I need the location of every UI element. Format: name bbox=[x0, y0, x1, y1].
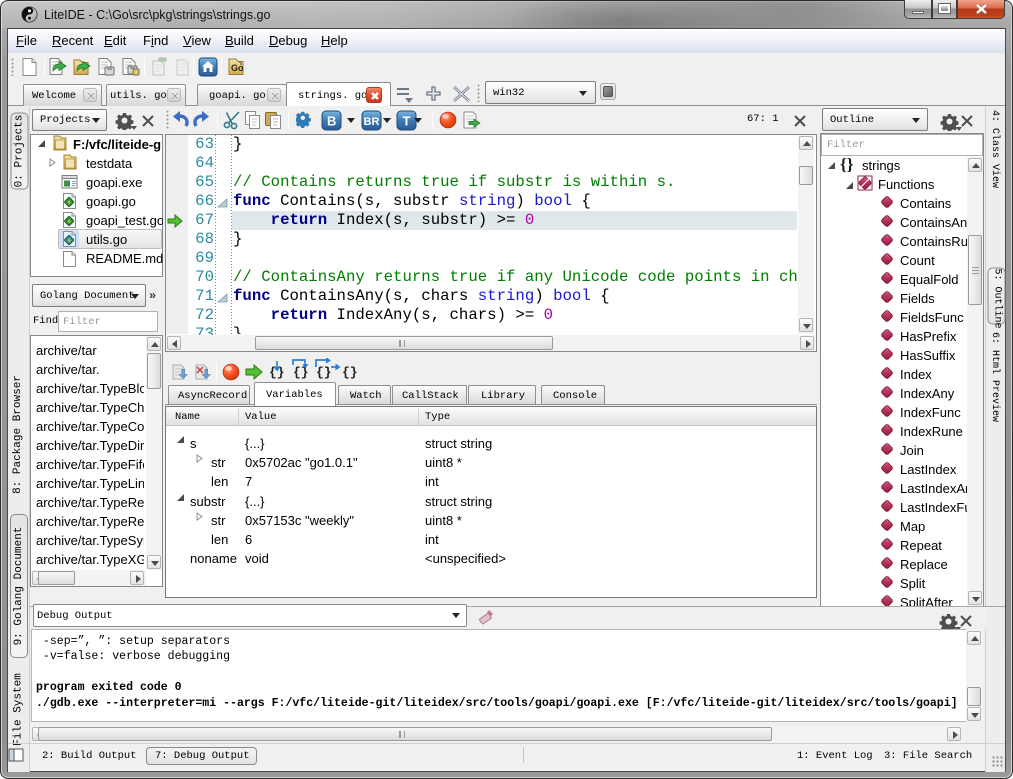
svg-text:BR: BR bbox=[364, 116, 380, 128]
svg-text:Go: Go bbox=[231, 63, 244, 73]
svg-text:B: B bbox=[327, 114, 336, 129]
svg-text:T: T bbox=[403, 114, 411, 129]
